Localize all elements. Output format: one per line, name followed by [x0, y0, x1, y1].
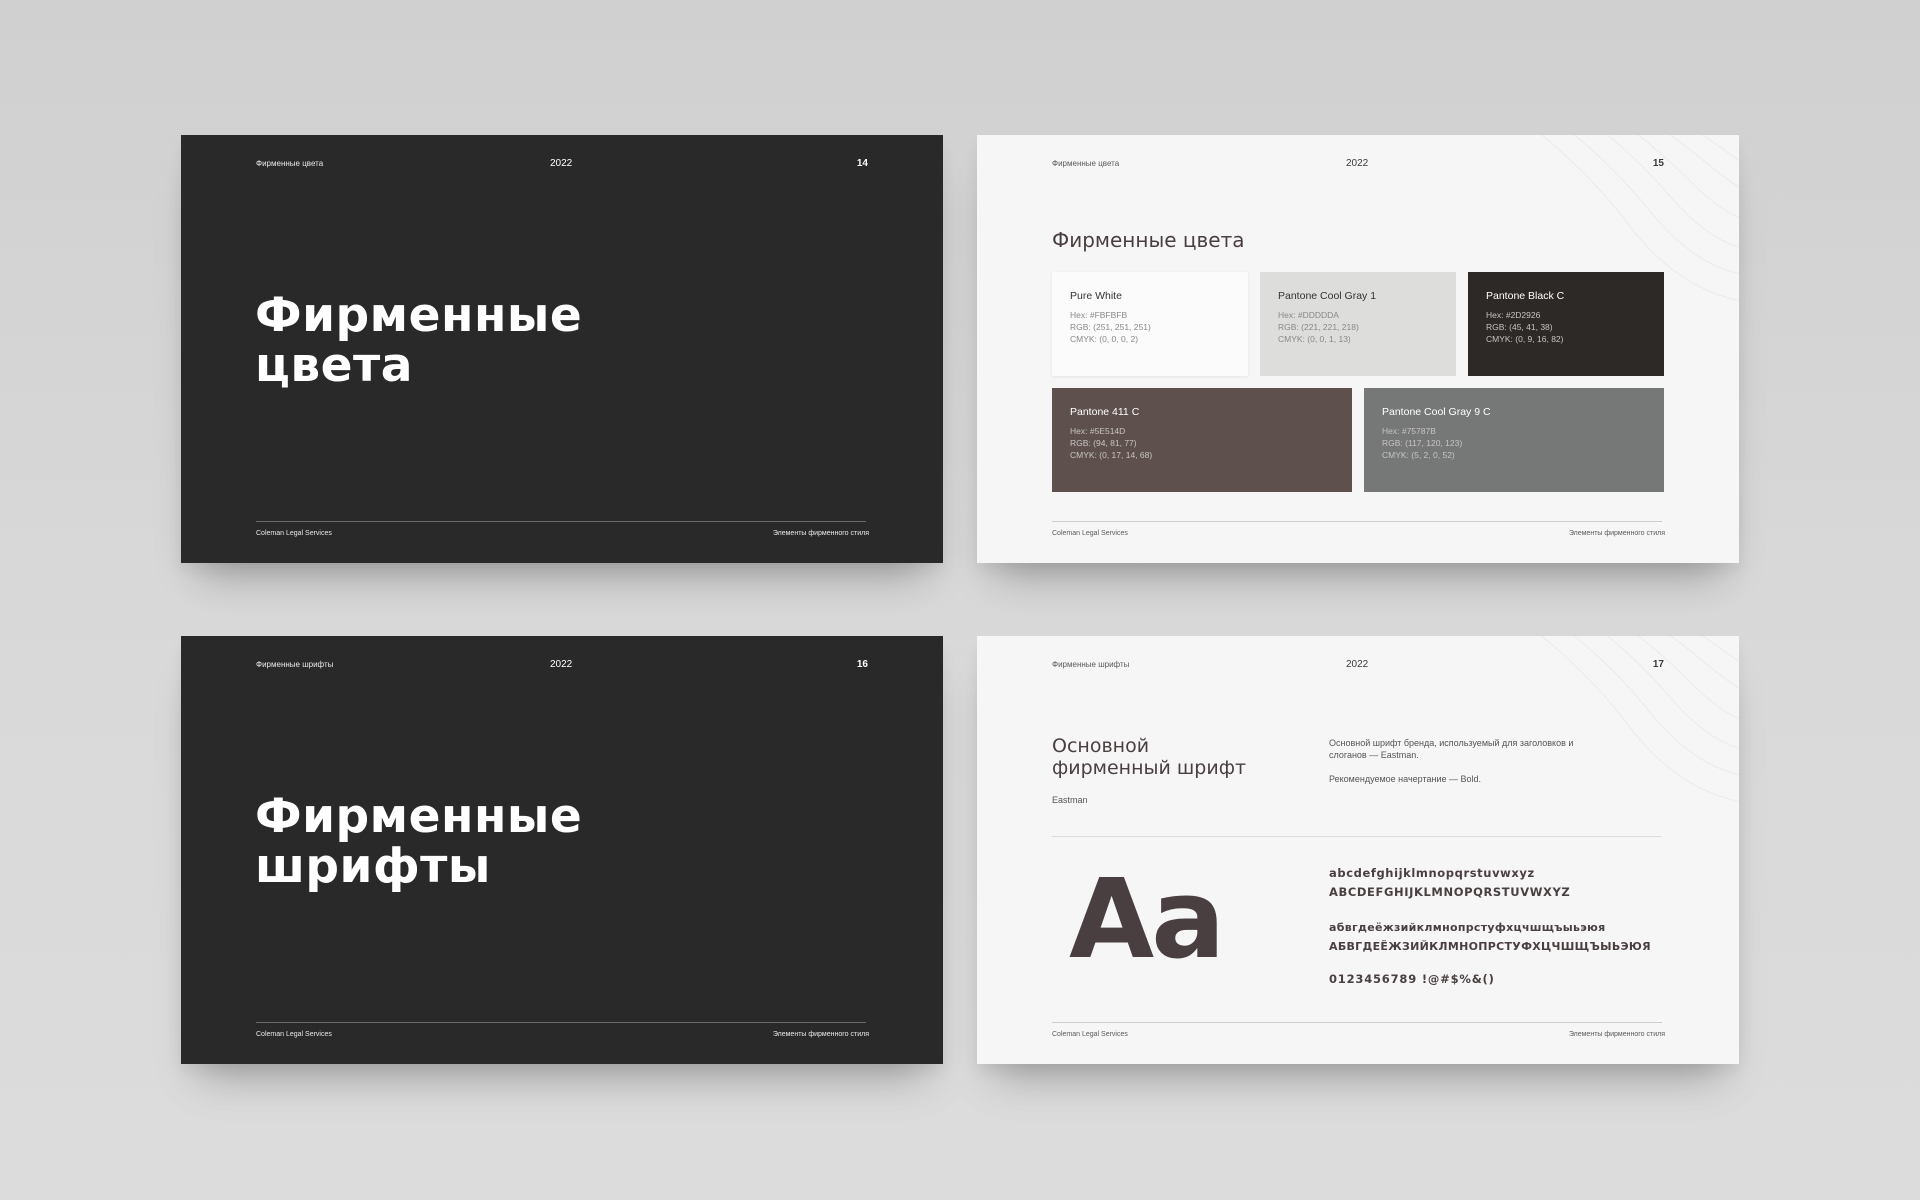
cyrillic-lowercase: абвгдеёжзийклмнопрстуфхцчшщъыьэюя [1329, 921, 1606, 934]
cyrillic-uppercase: АБВГДЕЁЖЗИЙКЛМНОПРСТУФХЦЧШЩЪЫЬЭЮЯ [1329, 940, 1651, 953]
font-heading: Основной фирменный шрифт [1052, 735, 1247, 779]
color-swatch-cool-gray-1: Pantone Cool Gray 1 Hex: #DDDDDA RGB: (2… [1260, 272, 1456, 376]
slide-brand-fonts-specimen: Фирменные шрифты 2022 17 Основной фирмен… [977, 636, 1739, 1064]
swatch-hex: Hex: #DDDDDA [1278, 310, 1339, 320]
slide-brand-fonts-title: Фирменные шрифты 2022 16 Фирменные шрифт… [181, 636, 943, 1064]
footer-divider [1052, 1022, 1662, 1023]
digits-symbols: 0123456789 !@#$%&() [1329, 972, 1495, 986]
footer-company: Coleman Legal Services [1052, 530, 1128, 537]
swatch-rgb: RGB: (221, 221, 218) [1278, 322, 1359, 332]
footer-caption: Элементы фирменного стиля [1568, 530, 1665, 537]
font-sample-glyph: Aa [1069, 855, 1225, 983]
decorative-contour-pattern [1540, 636, 1739, 803]
swatch-hex: Hex: #75787B [1382, 426, 1436, 436]
footer-divider [1052, 521, 1662, 522]
slide-title: Фирменные цвета [255, 288, 583, 393]
slide-number: 16 [856, 659, 868, 670]
swatch-name: Pure White [1070, 290, 1122, 302]
font-name: Eastman [1052, 795, 1088, 805]
slide-year: 2022 [1346, 659, 1369, 670]
slide-section-label: Фирменные шрифты [256, 660, 334, 669]
cyrillic-alphabet: абвгдеёжзийклмнопрстуфхцчшщъыьэюя АБВГДЕ… [1329, 918, 1651, 956]
latin-uppercase: ABCDEFGHIJKLMNOPQRSTUVWXYZ [1329, 885, 1571, 899]
swatch-hex: Hex: #5E514D [1070, 426, 1126, 436]
swatch-name: Pantone Black C [1486, 290, 1565, 302]
slide-brand-colors-palette: Фирменные цвета 2022 15 Фирменные цвета … [977, 135, 1739, 563]
swatch-cmyk: CMYK: (0, 0, 0, 2) [1070, 334, 1139, 344]
slide-section-label: Фирменные цвета [1052, 159, 1120, 168]
swatch-rgb: RGB: (251, 251, 251) [1070, 322, 1151, 332]
swatch-hex: Hex: #2D2926 [1486, 310, 1541, 320]
slide-year: 2022 [1346, 158, 1369, 169]
footer-company: Coleman Legal Services [256, 1031, 332, 1038]
swatch-name: Pantone Cool Gray 9 C [1382, 406, 1491, 418]
slide-number: 15 [1652, 158, 1664, 169]
footer-caption: Элементы фирменного стиля [772, 1031, 869, 1038]
swatch-cmyk: CMYK: (5, 2, 0, 52) [1382, 450, 1455, 460]
swatch-cmyk: CMYK: (0, 9, 16, 82) [1486, 334, 1564, 344]
color-swatch-black-c: Pantone Black C Hex: #2D2926 RGB: (45, 4… [1468, 272, 1664, 376]
swatch-rgb: RGB: (117, 120, 123) [1382, 438, 1463, 448]
slide-number: 14 [856, 158, 868, 169]
font-weight-note: Рекомендуемое начертание — Bold. [1329, 774, 1481, 784]
swatch-cmyk: CMYK: (0, 0, 1, 13) [1278, 334, 1351, 344]
footer-divider [256, 1022, 866, 1023]
swatch-name: Pantone 411 C [1070, 406, 1140, 418]
section-divider [1052, 836, 1662, 837]
footer-company: Coleman Legal Services [256, 530, 332, 537]
slide-heading: Фирменные цвета [1052, 228, 1245, 252]
slide-year: 2022 [550, 659, 573, 670]
color-swatch-411c: Pantone 411 C Hex: #5E514D RGB: (94, 81,… [1052, 388, 1352, 492]
swatch-hex: Hex: #FBFBFB [1070, 310, 1128, 320]
swatch-cmyk: CMYK: (0, 17, 14, 68) [1070, 450, 1153, 460]
swatch-rgb: RGB: (45, 41, 38) [1486, 322, 1553, 332]
slide-number: 17 [1652, 659, 1664, 670]
footer-divider [256, 521, 866, 522]
footer-caption: Элементы фирменного стиля [1568, 1031, 1665, 1038]
color-swatch-pure-white: Pure White Hex: #FBFBFB RGB: (251, 251, … [1052, 272, 1248, 376]
slide-year: 2022 [550, 158, 573, 169]
footer-company: Coleman Legal Services [1052, 1031, 1128, 1038]
font-description: Основной шрифт бренда, используемый для … [1329, 737, 1589, 797]
slide-brand-colors-title: Фирменные цвета 2022 14 Фирменные цвета … [181, 135, 943, 563]
footer-caption: Элементы фирменного стиля [772, 530, 869, 537]
slide-section-label: Фирменные шрифты [1052, 660, 1130, 669]
latin-lowercase: abcdefghijklmnopqrstuvwxyz [1329, 866, 1535, 880]
color-swatch-cool-gray-9: Pantone Cool Gray 9 C Hex: #75787B RGB: … [1364, 388, 1664, 492]
font-description-text: Основной шрифт бренда, используемый для … [1329, 738, 1574, 760]
slide-title: Фирменные шрифты [255, 789, 583, 894]
slide-section-label: Фирменные цвета [256, 159, 324, 168]
swatch-rgb: RGB: (94, 81, 77) [1070, 438, 1137, 448]
latin-alphabet: abcdefghijklmnopqrstuvwxyz ABCDEFGHIJKLM… [1329, 864, 1570, 902]
swatch-name: Pantone Cool Gray 1 [1278, 290, 1377, 302]
